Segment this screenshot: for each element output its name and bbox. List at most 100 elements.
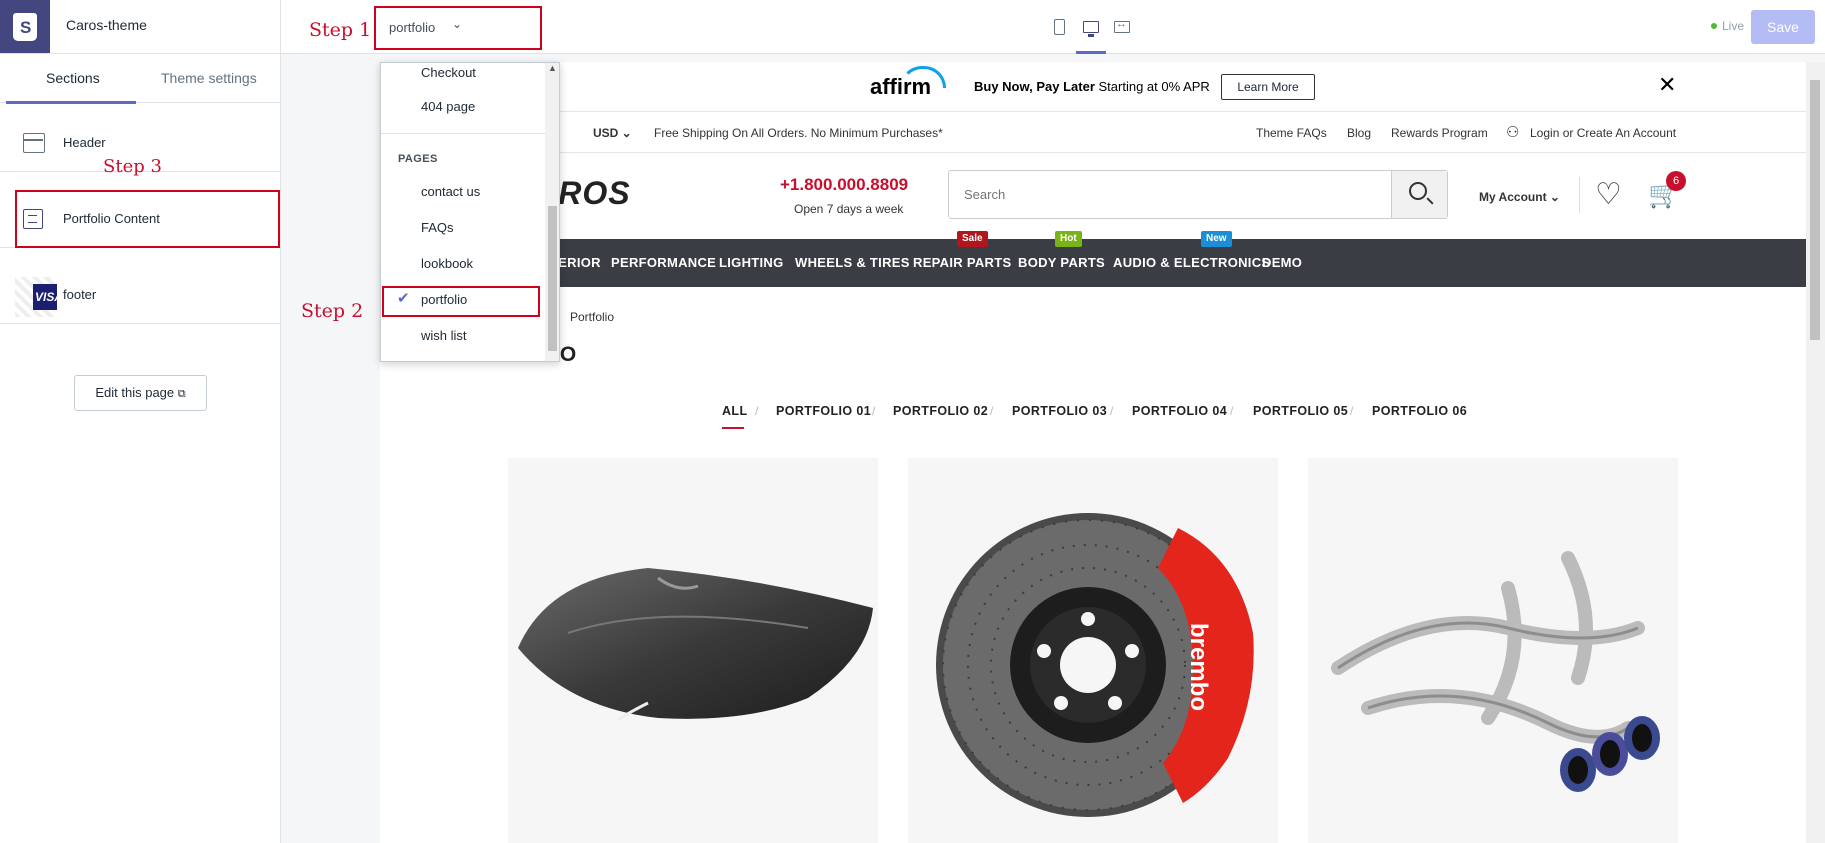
nav-item-demo[interactable]: DEMO — [1262, 255, 1302, 270]
portfolio-item-exhaust[interactable] — [1308, 458, 1678, 843]
new-badge: New — [1201, 231, 1232, 247]
currency-selector[interactable]: USD ⌄ — [593, 126, 632, 140]
page-selector-value: portfolio — [389, 20, 436, 35]
filter-portfolio-06[interactable]: PORTFOLIO 06 — [1372, 404, 1467, 418]
close-icon[interactable]: ✕ — [1658, 72, 1676, 98]
visa-card-icon — [15, 277, 57, 317]
brake-brand-label: brembo — [1185, 623, 1212, 711]
tab-sections[interactable]: Sections — [46, 70, 100, 86]
currency-label: USD — [593, 126, 619, 140]
chevron-down-icon: ⌄ — [452, 17, 463, 31]
page-selector[interactable]: portfolio ⌄ — [374, 6, 542, 50]
portfolio-item-brake[interactable]: brembo — [908, 458, 1278, 843]
sale-badge: Sale — [957, 231, 988, 247]
filter-separator: / — [1230, 404, 1234, 418]
nav-item-lighting[interactable]: LIGHTING — [719, 255, 784, 270]
filter-portfolio-04[interactable]: PORTFOLIO 04 — [1132, 404, 1227, 418]
filter-all[interactable]: ALL — [722, 404, 748, 418]
dropdown-item-wish-list[interactable]: wish list — [421, 328, 467, 343]
filter-portfolio-05[interactable]: PORTFOLIO 05 — [1253, 404, 1348, 418]
dropdown-item-lookbook[interactable]: lookbook — [421, 256, 473, 271]
nav-item-repair-parts[interactable]: REPAIR PARTS — [913, 255, 1011, 270]
wishlist-heart-icon[interactable]: ♡ — [1595, 180, 1622, 210]
desktop-view-icon[interactable] — [1081, 16, 1101, 38]
affirm-tagline-rest: Starting at 0% APR — [1098, 79, 1210, 94]
store-header: CAROS +1.800.000.8809 Open 7 days a week… — [380, 153, 1806, 238]
theme-name: Caros-theme — [66, 17, 147, 33]
link-theme-faqs[interactable]: Theme FAQs — [1256, 126, 1327, 140]
step-1-annotation: Step 1 — [309, 19, 372, 41]
nav-item-body-parts[interactable]: BODY PARTS — [1018, 255, 1105, 270]
dropdown-pages-heading: PAGES — [398, 153, 438, 165]
my-account-menu[interactable]: My Account ⌄ — [1479, 190, 1560, 204]
link-blog[interactable]: Blog — [1347, 126, 1371, 140]
utility-bar: ⌄ USD ⌄ Free Shipping On All Orders. No … — [380, 112, 1806, 153]
filter-portfolio-02[interactable]: PORTFOLIO 02 — [893, 404, 988, 418]
dropdown-item-faqs[interactable]: FAQs — [421, 220, 454, 235]
live-status: Live — [1711, 19, 1744, 33]
edit-page-button[interactable]: Edit this page ⧉ — [74, 375, 207, 411]
save-button[interactable]: Save — [1751, 10, 1815, 44]
affirm-tagline-bold: Buy Now, Pay Later — [974, 79, 1095, 94]
filter-separator: / — [1350, 404, 1354, 418]
phone-number[interactable]: +1.800.000.8809 — [780, 175, 908, 195]
editor-topbar: Caros-theme Step 1 portfolio ⌄ Live Save — [0, 0, 1825, 54]
dropdown-scrollbar-thumb[interactable] — [548, 206, 557, 351]
section-footer[interactable]: footer — [0, 266, 280, 324]
filter-separator: / — [872, 404, 876, 418]
device-active-indicator — [1076, 51, 1106, 54]
link-login[interactable]: Login or Create An Account — [1530, 126, 1676, 140]
section-label: footer — [63, 287, 97, 302]
dropdown-item-404[interactable]: 404 page — [421, 99, 475, 114]
carbon-hood-image — [518, 568, 873, 722]
affirm-logo: affirm — [870, 74, 932, 99]
page-dropdown: Checkout 404 page PAGES contact us FAQs … — [380, 62, 560, 362]
breadcrumb[interactable]: Portfolio — [570, 310, 614, 324]
affirm-banner: affirm Buy Now, Pay Later Starting at 0%… — [380, 62, 1806, 112]
sidebar: Sections Theme settings Header Step 3 Po… — [0, 54, 281, 843]
dropdown-item-contact-us[interactable]: contact us — [421, 184, 480, 199]
header-layout-icon — [23, 133, 45, 153]
step-2-highlight — [382, 286, 540, 317]
my-account-label: My Account — [1479, 190, 1547, 204]
search-input[interactable] — [950, 172, 1386, 217]
brake-disc-image: brembo — [936, 513, 1254, 817]
affirm-tagline: Buy Now, Pay Later Starting at 0% APR — [974, 79, 1210, 94]
active-tab-indicator — [6, 101, 136, 104]
step-3-annotation: Step 3 — [103, 156, 162, 177]
preview-scrollbar-thumb[interactable] — [1810, 80, 1820, 340]
filter-separator: / — [1110, 404, 1114, 418]
divider — [280, 0, 281, 54]
filter-separator: / — [755, 404, 759, 418]
divider — [1579, 177, 1580, 213]
portfolio-item-hood[interactable] — [508, 458, 878, 843]
active-filter-indicator — [722, 427, 744, 429]
store-preview: affirm Buy Now, Pay Later Starting at 0%… — [380, 62, 1806, 843]
user-icon[interactable]: ⚇ — [1506, 123, 1519, 141]
edit-page-label: Edit this page — [95, 385, 175, 400]
nav-item-wheels-tires[interactable]: WHEELS & TIRES — [795, 255, 910, 270]
search-icon — [1409, 182, 1427, 200]
filter-portfolio-03[interactable]: PORTFOLIO 03 — [1012, 404, 1107, 418]
cart-count-badge: 6 — [1666, 171, 1686, 191]
step-3-highlight — [15, 190, 280, 248]
link-rewards[interactable]: Rewards Program — [1391, 126, 1488, 140]
fullscreen-view-icon[interactable] — [1112, 16, 1132, 38]
learn-more-button[interactable]: Learn More — [1221, 74, 1315, 100]
main-nav: R EXTERIOR PERFORMANCE LIGHTING WHEELS &… — [380, 231, 1806, 287]
external-link-icon: ⧉ — [177, 388, 186, 400]
shopify-logo-icon[interactable] — [0, 0, 50, 53]
filter-portfolio-01[interactable]: PORTFOLIO 01 — [776, 404, 871, 418]
nav-item-audio-electronics[interactable]: AUDIO & ELECTRONICS — [1113, 255, 1270, 270]
sidebar-tabs: Sections Theme settings — [0, 54, 280, 104]
scroll-up-arrow-icon[interactable]: ▲ — [548, 63, 557, 73]
opening-hours: Open 7 days a week — [794, 202, 904, 216]
nav-item-performance[interactable]: PERFORMANCE — [611, 255, 716, 270]
divider — [381, 133, 546, 134]
mobile-view-icon[interactable] — [1049, 16, 1069, 38]
shipping-notice: Free Shipping On All Orders. No Minimum … — [654, 126, 943, 140]
tab-theme-settings[interactable]: Theme settings — [161, 70, 257, 86]
dropdown-item-checkout[interactable]: Checkout — [421, 65, 476, 80]
search-button[interactable] — [1391, 171, 1447, 218]
filter-separator: / — [990, 404, 994, 418]
